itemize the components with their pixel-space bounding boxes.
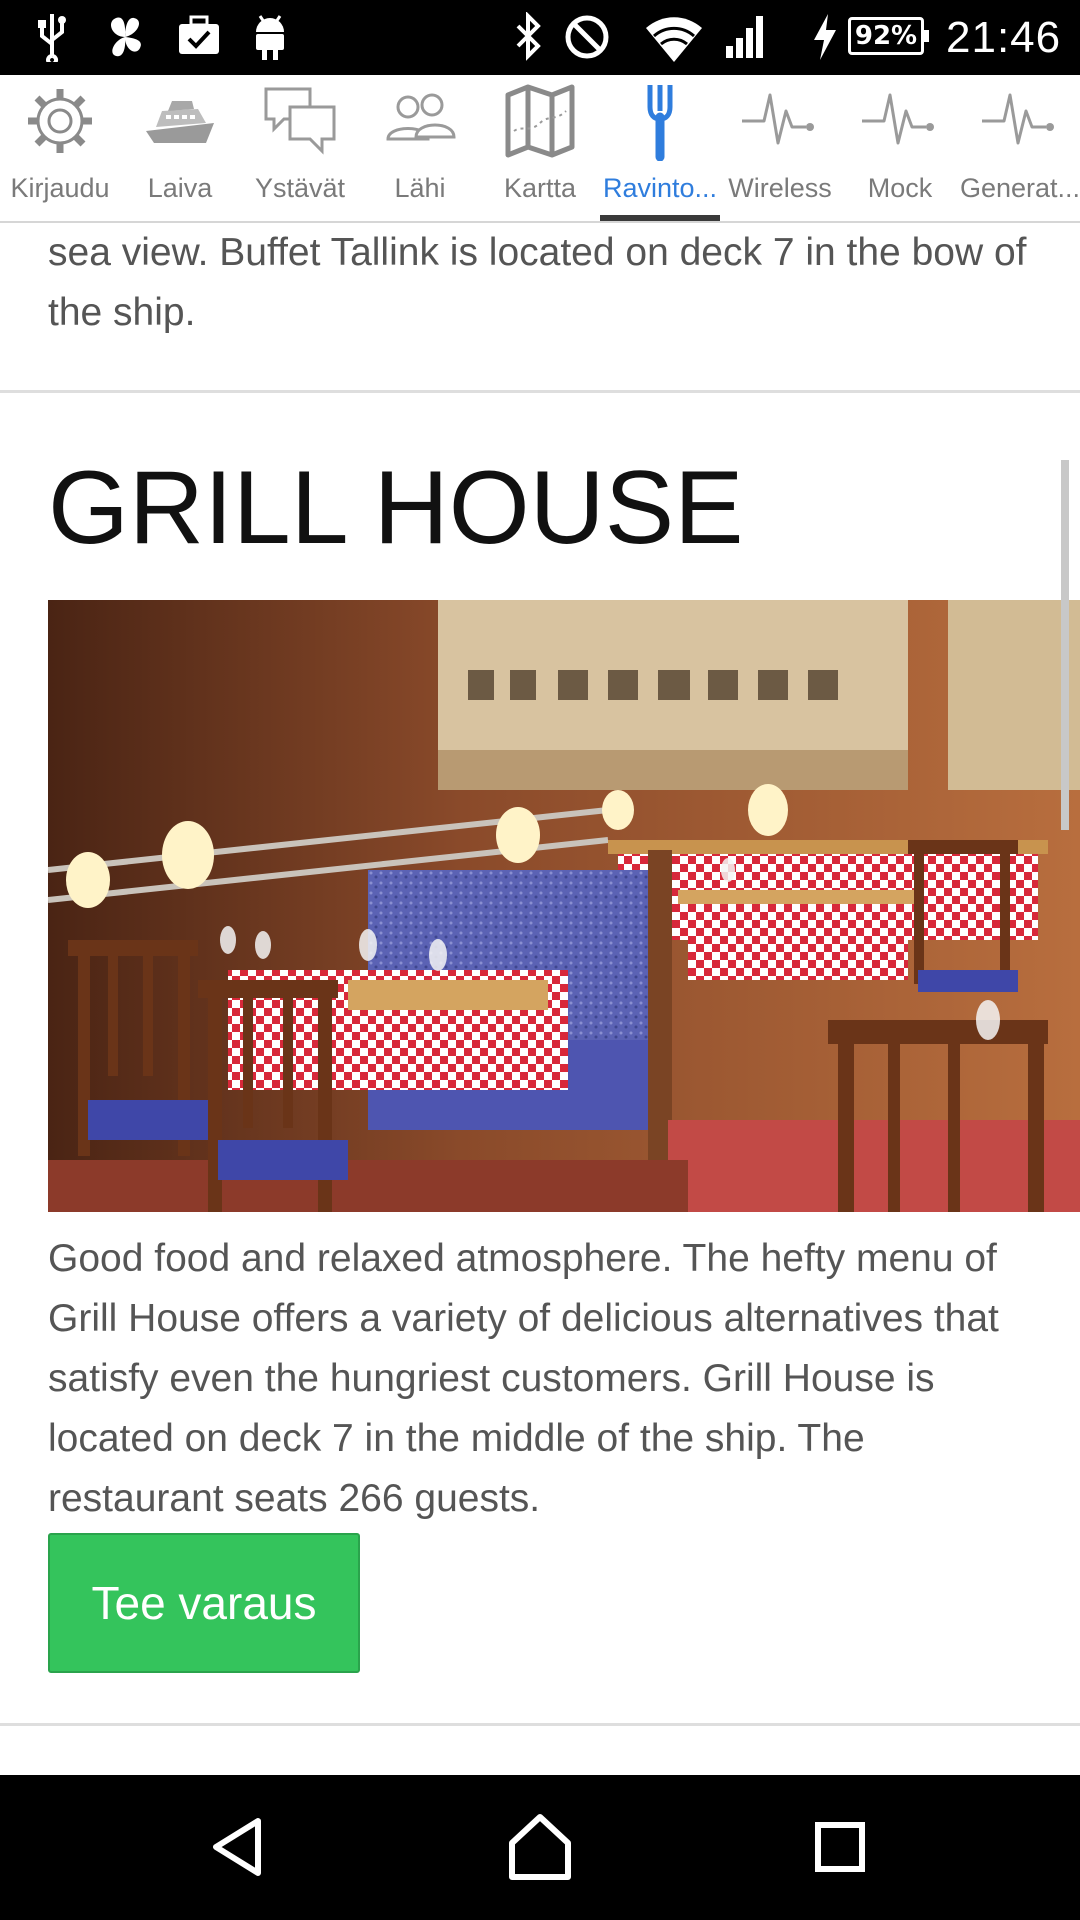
recents-button[interactable] bbox=[760, 1775, 920, 1920]
tab-kirjaudu[interactable]: Kirjaudu bbox=[0, 75, 120, 221]
tab-generator[interactable]: Generat... bbox=[960, 75, 1080, 221]
reserve-button[interactable]: Tee varaus bbox=[48, 1533, 360, 1673]
map-icon bbox=[505, 84, 575, 158]
do-not-disturb-icon bbox=[565, 15, 609, 59]
tab-label: Generat... bbox=[959, 173, 1080, 203]
tab-wireless[interactable]: Wireless bbox=[720, 75, 840, 221]
wifi-icon bbox=[646, 17, 702, 62]
battery-level: 92% bbox=[848, 17, 929, 55]
recents-icon bbox=[815, 1822, 865, 1872]
pulse-icon bbox=[862, 93, 934, 145]
briefcase-check-icon bbox=[179, 15, 219, 54]
pulse-icon bbox=[742, 93, 814, 145]
home-icon bbox=[509, 1814, 571, 1880]
people-icon bbox=[386, 93, 456, 141]
bluetooth-icon bbox=[516, 12, 541, 61]
tab-ravintolat[interactable]: Ravinto... bbox=[600, 75, 720, 221]
tab-label: Ravinto... bbox=[602, 173, 718, 203]
clock: 21:46 bbox=[946, 13, 1062, 62]
tab-label: Mock bbox=[867, 173, 933, 203]
android-icon bbox=[256, 15, 284, 60]
tab-bar: Kirjaudu Laiva Ystävät Lähi Kartta Ravin… bbox=[0, 75, 1080, 223]
tab-label: Laiva bbox=[147, 173, 213, 203]
active-tab-indicator bbox=[600, 215, 720, 221]
home-button[interactable] bbox=[460, 1775, 620, 1920]
back-icon bbox=[213, 1818, 261, 1876]
tab-label: Kartta bbox=[503, 173, 577, 203]
navigation-bar bbox=[0, 1775, 1080, 1920]
gear-icon bbox=[28, 89, 92, 153]
fork-icon bbox=[647, 85, 673, 161]
previous-restaurant-description: sea view. Buffet Tallink is located on d… bbox=[48, 231, 1027, 334]
restaurant-photo-illustration bbox=[48, 600, 1080, 1212]
tab-ystavat[interactable]: Ystävät bbox=[240, 75, 360, 221]
scrollbar[interactable] bbox=[1061, 460, 1069, 830]
charging-icon bbox=[814, 14, 836, 60]
signal-icon bbox=[726, 16, 763, 58]
status-bar: 92% 21:46 bbox=[0, 0, 1080, 75]
chat-bubbles-icon bbox=[264, 87, 336, 155]
tab-label: Lähi bbox=[394, 173, 446, 203]
divider bbox=[0, 390, 1080, 393]
restaurant-description: Good food and relaxed atmosphere. The he… bbox=[48, 1237, 999, 1520]
ship-icon bbox=[146, 101, 214, 143]
tab-label: Wireless bbox=[728, 173, 832, 203]
usb-icon bbox=[38, 14, 66, 62]
divider bbox=[0, 1723, 1080, 1726]
tab-label: Ystävät bbox=[254, 173, 346, 203]
back-button[interactable] bbox=[160, 1775, 320, 1920]
tab-mock[interactable]: Mock bbox=[840, 75, 960, 221]
pinwheel-icon bbox=[110, 17, 141, 57]
tab-lahi[interactable]: Lähi bbox=[360, 75, 480, 221]
pulse-icon bbox=[982, 93, 1054, 145]
restaurant-photo bbox=[48, 600, 1080, 1212]
restaurant-title: GRILL HOUSE bbox=[48, 450, 744, 566]
restaurant-list[interactable]: sea view. Buffet Tallink is located on d… bbox=[0, 223, 1080, 1775]
tab-kartta[interactable]: Kartta bbox=[480, 75, 600, 221]
tab-laiva[interactable]: Laiva bbox=[120, 75, 240, 221]
